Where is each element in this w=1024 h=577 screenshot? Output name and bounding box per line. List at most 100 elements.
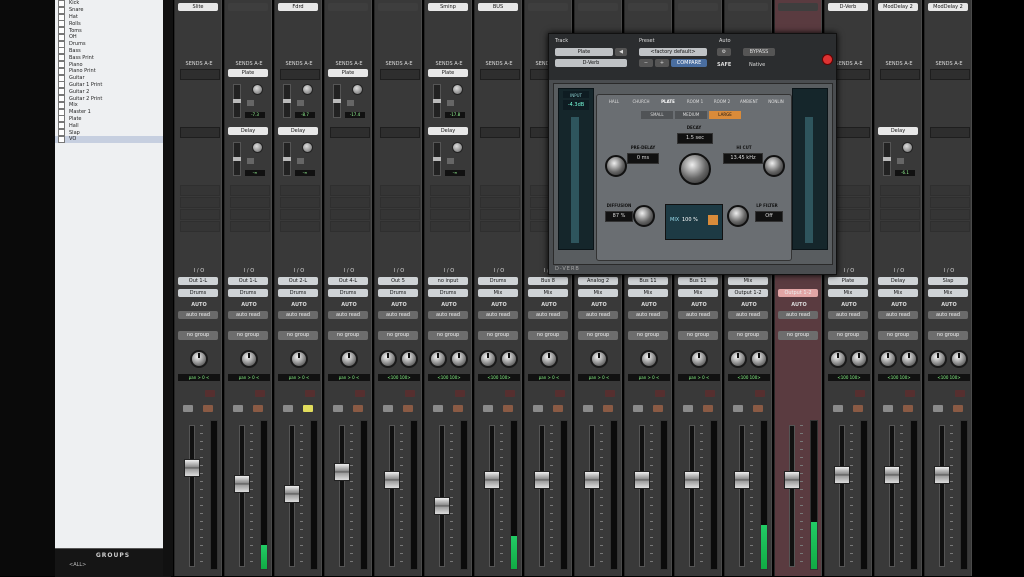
send-slot-empty[interactable] [330, 209, 370, 220]
track-show-checkbox[interactable] [58, 135, 65, 143]
solo-button[interactable] [233, 405, 243, 412]
insert-slot[interactable]: Sminp [428, 3, 468, 11]
group-selector[interactable]: no group [928, 331, 968, 340]
pan-left-knob[interactable] [929, 350, 947, 368]
input-selector[interactable]: Out 4-L [328, 277, 368, 285]
group-selector[interactable]: no group [178, 331, 218, 340]
send-b-slot[interactable]: Delay [428, 127, 468, 135]
insert-slot[interactable] [528, 3, 568, 11]
track-list-item[interactable]: Guitar 2 [55, 88, 163, 96]
automation-mode-selector[interactable]: auto read [228, 311, 268, 319]
solo-button[interactable] [533, 405, 543, 412]
volume-fader-cap[interactable] [284, 485, 300, 503]
send-slot-empty[interactable] [230, 221, 270, 232]
mute-button[interactable] [403, 405, 413, 412]
insert-slot[interactable] [778, 3, 818, 11]
volume-fader-cap[interactable] [534, 471, 550, 489]
send-b-mute-button[interactable] [247, 158, 254, 164]
volume-fader-cap[interactable] [684, 471, 700, 489]
output-selector[interactable]: Mix [528, 289, 568, 297]
diffusion-knob[interactable] [633, 205, 655, 227]
volume-fader-track[interactable] [189, 425, 195, 567]
mute-button[interactable] [553, 405, 563, 412]
send-slot-empty[interactable] [380, 185, 420, 196]
algorithm-tab-nonlin[interactable]: NONLIN [763, 98, 789, 105]
pan-left-knob[interactable] [729, 350, 747, 368]
pan-right-knob[interactable] [950, 350, 968, 368]
hicut-knob[interactable] [763, 155, 785, 177]
track-list-item[interactable]: Drums [55, 40, 163, 48]
volume-fader-track[interactable] [689, 425, 695, 567]
plugin-select[interactable]: D-Verb [555, 59, 627, 67]
output-selector[interactable]: Drums [428, 289, 468, 297]
track-list-item[interactable]: OH [55, 33, 163, 41]
group-selector[interactable]: no group [278, 331, 318, 340]
send-slot-empty[interactable] [480, 221, 520, 232]
send-slot-empty[interactable] [180, 221, 220, 232]
mute-button[interactable] [853, 405, 863, 412]
input-selector[interactable]: Out 2-L [278, 277, 318, 285]
input-selector[interactable]: Bus 8 [528, 277, 568, 285]
input-slider[interactable] [571, 117, 579, 243]
record-button[interactable] [305, 390, 315, 397]
algorithm-tab-room2[interactable]: ROOM 2 [709, 98, 735, 105]
send-slot-empty[interactable] [430, 209, 470, 220]
automation-mode-selector[interactable]: auto read [278, 311, 318, 319]
send-b-slot[interactable]: Delay [878, 127, 918, 135]
pan-knob[interactable] [640, 350, 658, 368]
pan-knob[interactable] [340, 350, 358, 368]
track-list-item[interactable]: Hat [55, 13, 163, 21]
decay-knob[interactable] [679, 153, 711, 185]
group-selector[interactable]: no group [528, 331, 568, 340]
track-list-item[interactable]: Guitar 1 Print [55, 81, 163, 89]
track-list-item[interactable]: Hall [55, 122, 163, 130]
volume-fader-track[interactable] [739, 425, 745, 567]
volume-fader-cap[interactable] [634, 471, 650, 489]
groups-row[interactable]: <ALL> [69, 562, 171, 568]
mute-button[interactable] [353, 405, 363, 412]
volume-fader-cap[interactable] [334, 463, 350, 481]
output-selector[interactable]: Mix [928, 289, 968, 297]
send-b-fader[interactable] [883, 142, 891, 176]
send-b-slot[interactable]: Delay [278, 127, 318, 135]
solo-button[interactable] [333, 405, 343, 412]
mute-button[interactable] [603, 405, 613, 412]
send-b-slot[interactable]: Delay [228, 127, 268, 135]
insert-slot[interactable]: ModDelay 2 [928, 3, 968, 11]
solo-button[interactable] [933, 405, 943, 412]
send-slot-empty[interactable] [280, 221, 320, 232]
mix-control[interactable]: MIX 100 % [665, 204, 723, 240]
track-select[interactable]: Plate [555, 48, 613, 56]
track-list-item[interactable]: Rolls [55, 20, 163, 28]
pan-right-knob[interactable] [450, 350, 468, 368]
record-button[interactable] [555, 390, 565, 397]
volume-fader-cap[interactable] [834, 466, 850, 484]
group-selector[interactable]: no group [478, 331, 518, 340]
insert-slot[interactable] [378, 3, 418, 11]
input-selector[interactable]: Bus 11 [678, 277, 718, 285]
send-slot-empty[interactable] [930, 209, 970, 220]
send-a-pan-knob[interactable] [352, 84, 363, 95]
track-list-item[interactable]: Guitar [55, 74, 163, 82]
pan-left-knob[interactable] [879, 350, 897, 368]
insert-slot[interactable]: Fdrd [278, 3, 318, 11]
pan-right-knob[interactable] [850, 350, 868, 368]
output-selector[interactable]: Drums [278, 289, 318, 297]
record-button[interactable] [855, 390, 865, 397]
solo-button[interactable] [883, 405, 893, 412]
send-b-fader[interactable] [283, 142, 291, 176]
solo-button[interactable] [583, 405, 593, 412]
volume-fader-track[interactable] [939, 425, 945, 567]
pan-right-knob[interactable] [750, 350, 768, 368]
send-slot-empty[interactable] [180, 185, 220, 196]
send-slot-empty[interactable] [480, 209, 520, 220]
insert-slot[interactable] [678, 3, 718, 11]
automation-mode-selector[interactable]: auto read [678, 311, 718, 319]
volume-fader-track[interactable] [489, 425, 495, 567]
send-slot-empty[interactable] [380, 221, 420, 232]
send-a-slot[interactable] [380, 69, 420, 80]
mute-button[interactable] [303, 405, 313, 412]
output-selector[interactable]: Drums [328, 289, 368, 297]
mute-button[interactable] [453, 405, 463, 412]
send-b-slot[interactable] [380, 127, 420, 138]
